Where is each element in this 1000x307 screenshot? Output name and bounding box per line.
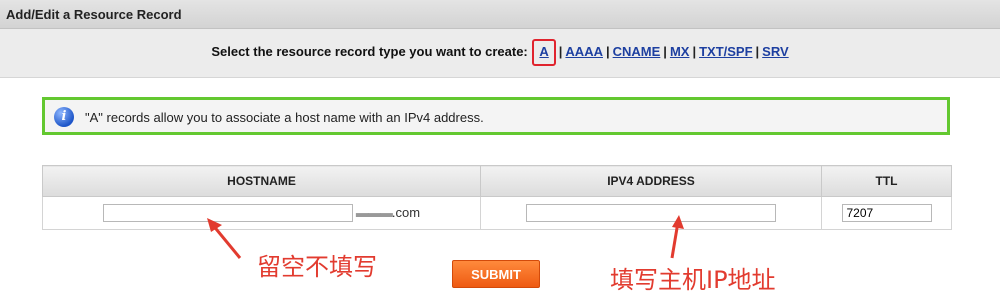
record-type-bar: Select the resource record type you want… [0,29,1000,78]
submit-button[interactable]: SUBMIT [452,260,540,288]
type-separator: | [558,44,563,59]
window-title: Add/Edit a Resource Record [6,7,182,22]
type-link-txt-spf[interactable]: TXT/SPF [699,44,752,59]
ttl-cell [821,196,952,230]
window-titlebar: Add/Edit a Resource Record [0,0,1000,29]
annotation-enter-host-ip: 填写主机IP地址 [610,266,776,294]
type-link-a[interactable]: A [539,44,548,59]
ipv4-address-input[interactable] [526,204,776,222]
type-separator: | [755,44,760,59]
domain-tld: .com [391,205,421,220]
info-icon: i [54,107,74,127]
header-ttl: TTL [821,165,952,197]
hostname-input[interactable] [102,204,353,222]
type-link-srv[interactable]: SRV [762,44,789,59]
header-ipv4-address: IPV4 ADDRESS [480,165,822,197]
selected-type-highlight: A [532,39,556,66]
type-link-aaaa[interactable]: AAAA [565,44,603,59]
type-separator: | [692,44,697,59]
table-header-row: HOSTNAME IPV4 ADDRESS TTL [42,165,952,197]
record-type-prompt: Select the resource record type you want… [211,44,528,59]
record-table: HOSTNAME IPV4 ADDRESS TTL ▬▬▬.com [42,165,952,230]
type-link-cname[interactable]: CNAME [613,44,661,59]
info-box: i "A" records allow you to associate a h… [42,97,950,135]
masked-domain: ▬▬▬ [355,205,393,220]
hostname-cell: ▬▬▬.com [42,196,481,230]
record-type-row: Select the resource record type you want… [0,39,1000,66]
ipv4-cell [480,196,822,230]
info-message: "A" records allow you to associate a hos… [85,110,484,125]
header-hostname: HOSTNAME [42,165,481,197]
type-separator: | [663,44,667,59]
table-row: ▬▬▬.com [42,196,952,230]
annotation-leave-blank: 留空不填写 [257,253,377,281]
type-separator: | [605,44,610,59]
hostname-domain-suffix: ▬▬▬.com [356,205,420,220]
type-link-mx[interactable]: MX [670,44,690,59]
ttl-input[interactable] [841,204,932,222]
